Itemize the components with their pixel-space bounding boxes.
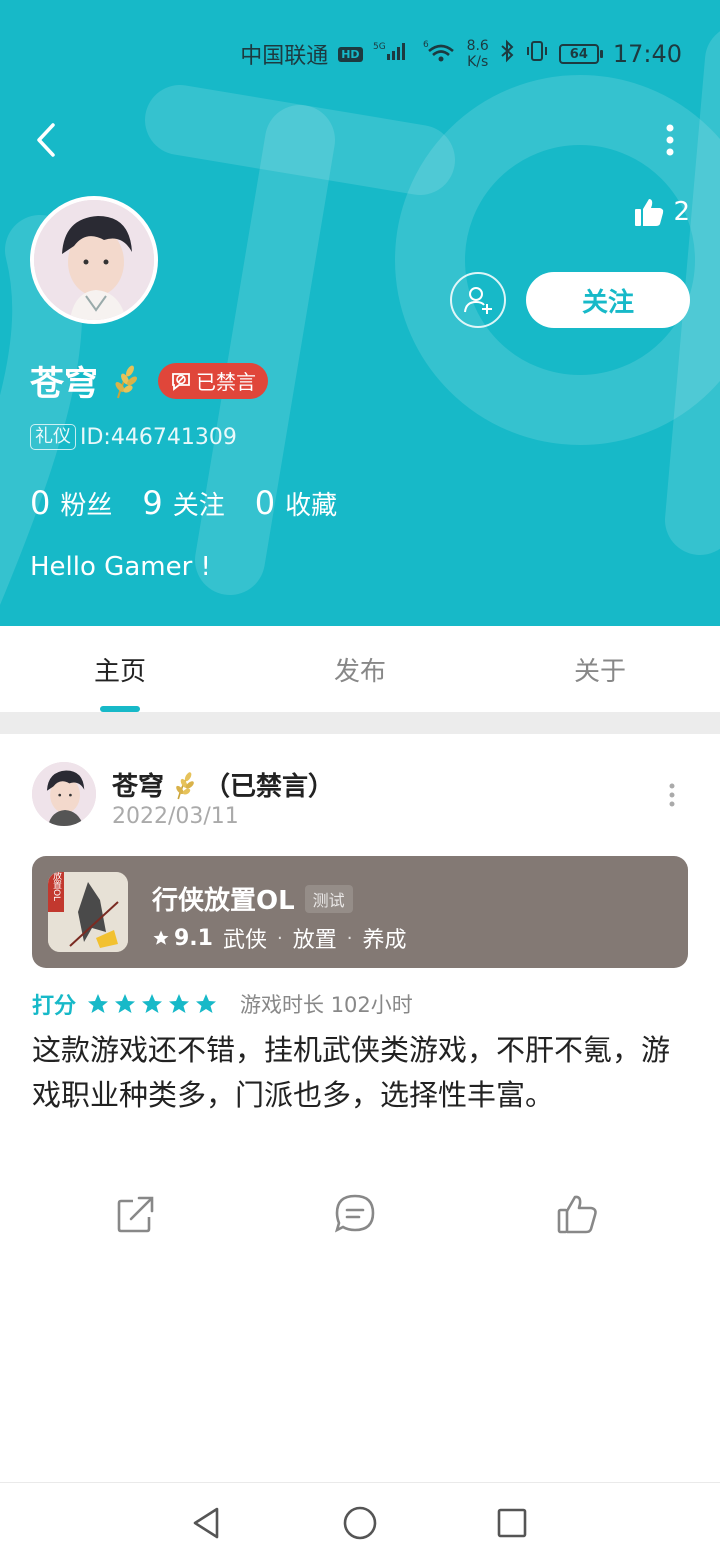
game-genre: 武侠	[222, 928, 267, 953]
nav-home-button[interactable]	[338, 1501, 382, 1545]
profile-header: 中国联通 HD 5G 6 8.6 K/s 64 17:40 2 关注 苍穹 已禁…	[0, 0, 720, 626]
star-icon	[88, 994, 109, 1013]
stat-favorites[interactable]: 0 收藏	[255, 484, 337, 522]
follow-button[interactable]: 关注	[526, 272, 690, 328]
rating-row: 打分 游戏时长 102小时	[32, 988, 413, 1020]
comment-button[interactable]	[331, 1190, 379, 1238]
stat-following[interactable]: 9 关注	[142, 484, 224, 522]
profile-tabs: 主页 发布 关于	[0, 626, 720, 712]
like-count[interactable]: 2	[633, 196, 690, 228]
back-button[interactable]	[26, 118, 66, 162]
user-name-row: 苍穹 已禁言	[30, 356, 268, 405]
star-icon	[196, 994, 217, 1013]
game-test-tag: 测试	[304, 884, 353, 913]
svg-text:6: 6	[423, 40, 429, 50]
wheat-icon	[115, 364, 137, 398]
post-body[interactable]: 这款游戏还不错，挂机武侠类游戏，不肝不氪，游戏职业种类多，门派也多，选择性丰富。	[32, 1028, 672, 1118]
signal-icon: 5G	[373, 40, 413, 68]
rating-stars	[86, 992, 218, 1016]
user-bio: Hello Gamer !	[30, 552, 211, 582]
thumbs-up-icon	[557, 1195, 597, 1234]
game-card[interactable]: 放置OL 行侠放置OL 测试 9.1 武侠 · 放置 · 养成	[32, 856, 688, 968]
like-count-value: 2	[673, 197, 690, 227]
signal-5g-text: 5G	[373, 42, 386, 52]
tab-posts[interactable]: 发布	[240, 626, 480, 712]
status-bar: 中国联通 HD 5G 6 8.6 K/s 64 17:40	[240, 30, 682, 78]
star-icon	[153, 930, 169, 945]
muted-chat-icon	[172, 372, 190, 391]
battery-icon: 64	[558, 44, 603, 64]
game-title: 行侠放置OL	[152, 886, 295, 916]
system-nav-bar	[0, 1482, 720, 1560]
user-name: 苍穹	[30, 364, 98, 404]
like-button[interactable]	[554, 1190, 602, 1238]
wifi-icon: 6	[423, 39, 457, 69]
add-user-icon	[464, 287, 492, 314]
vibrate-icon	[525, 39, 549, 69]
add-friend-button[interactable]	[450, 272, 506, 328]
share-icon	[117, 1196, 154, 1233]
stat-fans[interactable]: 0 粉丝	[30, 484, 112, 522]
game-genre: 放置	[292, 928, 337, 953]
etiquette-tag[interactable]: 礼仪	[30, 424, 76, 450]
net-speed: 8.6 K/s	[466, 38, 489, 70]
nav-back-button[interactable]	[184, 1501, 228, 1545]
star-icon	[169, 994, 190, 1013]
star-icon	[142, 994, 163, 1013]
square-recent-icon	[497, 1508, 527, 1538]
muted-badge-label: 已禁言	[196, 370, 256, 394]
chevron-left-icon	[37, 123, 55, 157]
share-button[interactable]	[112, 1190, 160, 1238]
wheat-icon	[176, 771, 194, 799]
playtime: 游戏时长 102小时	[240, 993, 413, 1017]
avatar-image	[32, 762, 96, 826]
hd-badge: HD	[338, 46, 363, 62]
bluetooth-icon	[499, 39, 515, 69]
post-author-name: 苍穹	[112, 772, 165, 802]
star-icon	[115, 994, 136, 1013]
user-id-row: 礼仪 ID:446741309	[30, 424, 237, 450]
game-meta: 9.1 武侠 · 放置 · 养成	[152, 922, 407, 954]
profile-stats: 0 粉丝 9 关注 0 收藏	[30, 484, 337, 522]
post-author-avatar[interactable]	[32, 762, 96, 826]
post-date: 2022/03/11	[112, 804, 239, 829]
post-author-suffix: （已禁言）	[204, 772, 335, 802]
more-options-button[interactable]	[658, 118, 682, 162]
tab-about[interactable]: 关于	[480, 626, 720, 712]
avatar-image	[34, 200, 154, 320]
post-actions	[0, 1190, 720, 1240]
clock: 17:40	[612, 40, 682, 68]
more-vertical-icon	[666, 124, 674, 156]
post-author[interactable]: 苍穹 （已禁言）	[112, 766, 334, 803]
muted-badge: 已禁言	[158, 362, 268, 399]
section-divider	[0, 712, 720, 734]
user-id: ID:446741309	[80, 424, 237, 450]
tab-home[interactable]: 主页	[0, 626, 240, 712]
comment-icon	[334, 1194, 375, 1233]
post-more-button[interactable]	[662, 782, 682, 808]
nav-recent-button[interactable]	[490, 1501, 534, 1545]
rating-label: 打分	[32, 994, 77, 1019]
game-genre: 养成	[362, 928, 407, 953]
circle-home-icon	[343, 1506, 377, 1540]
game-icon-label: 放置OL	[51, 872, 62, 901]
game-score: 9.1	[152, 926, 213, 951]
carrier-name: 中国联通	[240, 44, 329, 69]
thumbs-up-icon	[635, 199, 664, 226]
more-vertical-icon	[669, 783, 675, 807]
avatar[interactable]	[30, 196, 158, 324]
game-icon: 放置OL	[48, 872, 128, 952]
triangle-back-icon	[193, 1507, 219, 1539]
